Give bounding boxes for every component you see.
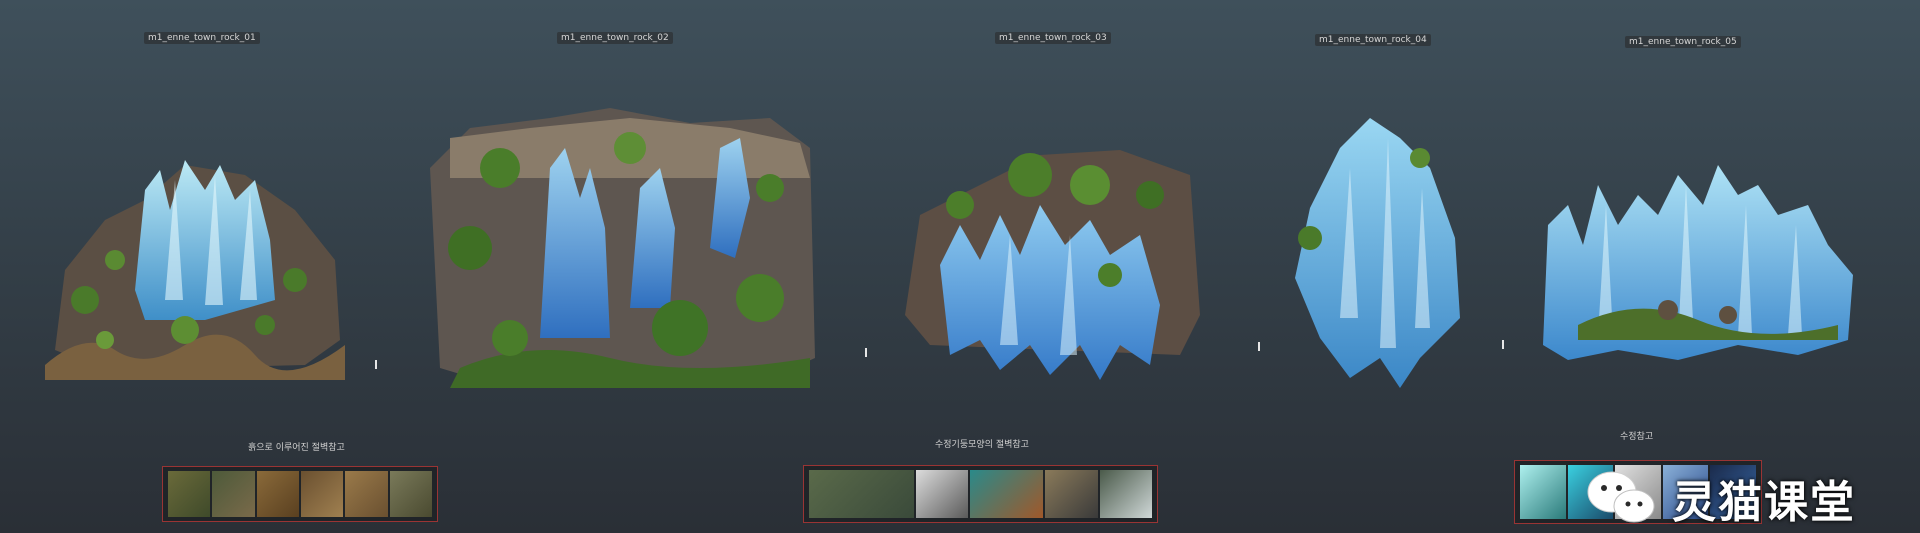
- reference-thumb[interactable]: [389, 471, 432, 517]
- reference-thumb[interactable]: [915, 470, 969, 518]
- rock-01-model[interactable]: [45, 150, 345, 380]
- reference-thumb[interactable]: [1099, 470, 1152, 518]
- reference-strip-earth[interactable]: [162, 466, 438, 522]
- reference-caption-earth: 흙으로 이루어진 절벽참고: [248, 443, 345, 453]
- reference-thumb[interactable]: [212, 471, 255, 517]
- rock-04-model[interactable]: [1290, 118, 1465, 388]
- pivot-marker-04: [1502, 340, 1504, 349]
- rock-03-label: m1_enne_town_rock_03: [995, 32, 1111, 44]
- reference-thumb[interactable]: [300, 471, 344, 517]
- rock-04-label: m1_enne_town_rock_04: [1315, 34, 1431, 46]
- reference-caption-crystal: 수정참고: [1620, 432, 1654, 442]
- reference-thumb[interactable]: [168, 471, 211, 517]
- rock-02-label: m1_enne_town_rock_02: [557, 32, 673, 44]
- rock-05-model[interactable]: [1538, 165, 1858, 365]
- rock-01-label: m1_enne_town_rock_01: [144, 32, 260, 44]
- reference-thumb[interactable]: [345, 471, 388, 517]
- reference-caption-crystal-pillar: 수정기둥모양의 절벽참고: [935, 440, 1029, 450]
- rock-03-model[interactable]: [900, 145, 1210, 380]
- reference-thumb[interactable]: [1045, 470, 1098, 518]
- wechat-icon: [1587, 471, 1655, 523]
- reference-thumb[interactable]: [970, 470, 1044, 518]
- reference-thumb[interactable]: [256, 471, 299, 517]
- watermark: 灵猫课堂: [1582, 466, 1856, 530]
- reference-thumb[interactable]: [1520, 465, 1566, 519]
- reference-thumb[interactable]: [809, 470, 914, 518]
- rock-02-model[interactable]: [430, 108, 820, 388]
- rock-05-label: m1_enne_town_rock_05: [1625, 36, 1741, 48]
- watermark-text: 灵猫课堂: [1672, 477, 1856, 528]
- reference-strip-crystal-pillar[interactable]: [803, 465, 1158, 523]
- pivot-marker-03: [1258, 342, 1260, 351]
- pivot-marker-01: [375, 360, 377, 369]
- pivot-marker-02: [865, 348, 867, 357]
